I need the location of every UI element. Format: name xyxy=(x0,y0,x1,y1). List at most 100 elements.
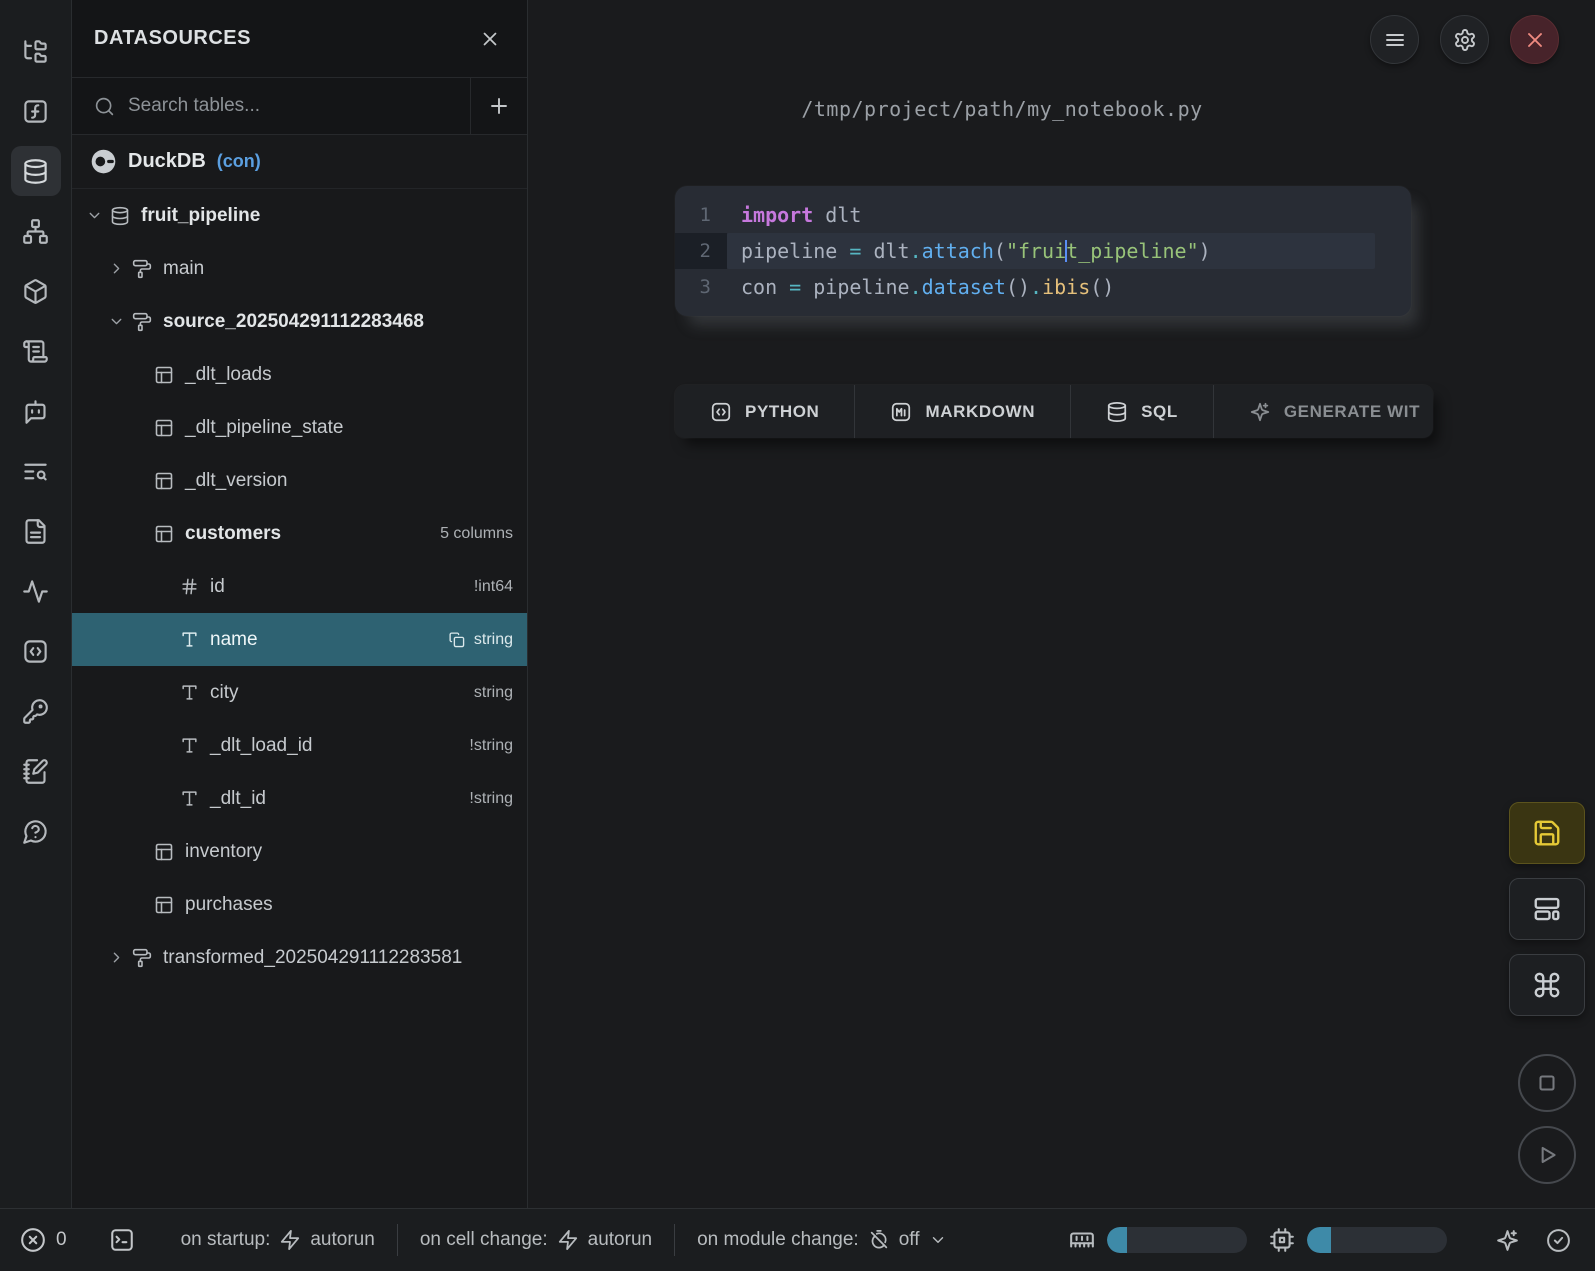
tree-row-inventory[interactable]: inventory xyxy=(72,825,527,878)
datasource-tree: fruit_pipelinemainsource_202504291112283… xyxy=(72,189,527,1208)
column-type: 5 columns xyxy=(440,525,513,543)
add-sql-button[interactable]: SQL xyxy=(1071,385,1214,438)
statusbar-on-startup[interactable]: on startup:autorun xyxy=(181,1229,375,1251)
panel-header: DATASOURCES xyxy=(72,0,527,78)
code-line-1[interactable]: 1import dlt xyxy=(675,197,1411,233)
add-python-button[interactable]: PYTHON xyxy=(675,385,855,438)
search-icon xyxy=(94,96,115,117)
type-icon xyxy=(180,683,199,702)
square-icon xyxy=(1534,1070,1560,1096)
folder-tree-icon xyxy=(22,38,49,65)
tree-item-label: _dlt_version xyxy=(185,470,287,492)
column-type: string xyxy=(474,631,513,649)
statusbar-on-cell-change[interactable]: on cell change:autorun xyxy=(420,1229,652,1251)
rail-item-variables[interactable] xyxy=(11,86,61,136)
tree-row-_dlt_load_id[interactable]: _dlt_load_id!string xyxy=(72,719,527,772)
tree-item-meta: !string xyxy=(459,737,513,755)
gear-icon xyxy=(1453,28,1477,52)
type-icon xyxy=(180,736,199,755)
table-icon xyxy=(154,895,174,915)
notebook-area: /tmp/project/path/my_notebook.py 1import… xyxy=(529,0,1595,1208)
chevron-right-icon[interactable] xyxy=(108,260,132,277)
tree-row-fruit_pipeline[interactable]: fruit_pipeline xyxy=(72,189,527,242)
connection-row[interactable]: DuckDB (con) xyxy=(72,135,527,189)
terminal-button[interactable] xyxy=(109,1227,135,1253)
tree-row-transformed_202504291112283581[interactable]: transformed_202504291112283581 xyxy=(72,931,527,984)
code-line-3[interactable]: 3con = pipeline.dataset().ibis() xyxy=(675,269,1411,305)
status-bar: 0 on startup:autorun on cell change:autoru… xyxy=(0,1208,1595,1271)
column-type: !string xyxy=(469,790,513,808)
rail-item-secrets[interactable] xyxy=(11,686,61,736)
token-plain: ( xyxy=(994,239,1006,263)
tree-item-meta: string xyxy=(464,684,513,702)
rail-item-logs[interactable] xyxy=(11,446,61,496)
bot-chat-icon xyxy=(22,398,49,425)
memory-usage-bar[interactable] xyxy=(1107,1227,1247,1253)
token-plain: ) xyxy=(1199,239,1211,263)
ai-assist-button[interactable] xyxy=(1495,1228,1520,1253)
save-button[interactable] xyxy=(1509,802,1585,864)
panel-close-button[interactable] xyxy=(479,28,501,50)
cpu-usage-bar[interactable] xyxy=(1307,1227,1447,1253)
database-icon xyxy=(110,206,130,226)
chevron-down-icon xyxy=(929,1231,947,1249)
tree-row-_dlt_id[interactable]: _dlt_id!string xyxy=(72,772,527,825)
token-string: t_pipeline" xyxy=(1066,239,1198,263)
zap-icon xyxy=(279,1229,301,1251)
table-icon xyxy=(154,471,174,491)
error-indicator[interactable]: 0 xyxy=(20,1227,67,1253)
keyboard-shortcuts-button[interactable] xyxy=(1509,954,1585,1016)
rail-item-scratchpad-scroll[interactable] xyxy=(11,326,61,376)
notebook-file-path: /tmp/project/path/my_notebook.py xyxy=(529,97,1475,121)
chevron-down-icon[interactable] xyxy=(108,313,132,330)
chevron-right-icon[interactable] xyxy=(108,949,132,966)
rail-item-tracing[interactable] xyxy=(11,566,61,616)
rail-item-help[interactable] xyxy=(11,806,61,856)
settings-button[interactable] xyxy=(1440,15,1489,64)
search-input[interactable] xyxy=(128,95,470,117)
token-plain: con xyxy=(741,275,789,299)
rail-item-ai-chat[interactable] xyxy=(11,386,61,436)
add-markdown-button[interactable]: MARKDOWN xyxy=(855,385,1071,438)
rail-item-datasources[interactable] xyxy=(11,146,61,196)
tree-row-_dlt_loads[interactable]: _dlt_loads xyxy=(72,348,527,401)
code-line-2[interactable]: 2pipeline = dlt.attach("fruit_pipeline") xyxy=(675,233,1411,269)
tree-row-id[interactable]: id!int64 xyxy=(72,560,527,613)
generate-with-ai-button[interactable]: GENERATE WIT xyxy=(1214,385,1433,438)
token-constant: ibis xyxy=(1042,275,1090,299)
sparkles-icon xyxy=(1495,1228,1520,1253)
close-icon xyxy=(1523,28,1547,52)
chevron-down-icon[interactable] xyxy=(86,207,110,224)
rail-item-documentation[interactable] xyxy=(11,506,61,556)
rail-item-dependencies[interactable] xyxy=(11,206,61,256)
connection-ok-button[interactable] xyxy=(1546,1228,1571,1253)
tree-row-_dlt_pipeline_state[interactable]: _dlt_pipeline_state xyxy=(72,401,527,454)
tree-row-city[interactable]: citystring xyxy=(72,666,527,719)
tree-row-main[interactable]: main xyxy=(72,242,527,295)
rail-item-snippets[interactable] xyxy=(11,626,61,676)
tree-row-purchases[interactable]: purchases xyxy=(72,878,527,931)
line-number: 2 xyxy=(675,233,727,269)
rail-item-file-explorer[interactable] xyxy=(11,26,61,76)
menu-button[interactable] xyxy=(1370,15,1419,64)
shutdown-button[interactable] xyxy=(1510,15,1559,64)
run-button[interactable] xyxy=(1518,1126,1576,1184)
code-cell[interactable]: 1import dlt2pipeline = dlt.attach("fruit… xyxy=(675,186,1411,316)
text-search-icon xyxy=(22,458,49,485)
token-operator: = xyxy=(849,239,861,263)
tree-row-name[interactable]: namestring xyxy=(72,613,527,666)
rail-item-packages[interactable] xyxy=(11,266,61,316)
rail-item-scratchpad[interactable] xyxy=(11,746,61,796)
stop-button[interactable] xyxy=(1518,1054,1576,1112)
tree-row-source_202504291112283468[interactable]: source_202504291112283468 xyxy=(72,295,527,348)
add-cell-button-label: PYTHON xyxy=(745,402,819,422)
token-plain: dlt xyxy=(861,239,909,263)
copy-icon[interactable] xyxy=(448,631,465,648)
layout-button[interactable] xyxy=(1509,878,1585,940)
tree-row-customers[interactable]: customers5 columns xyxy=(72,507,527,560)
hash-icon xyxy=(180,577,199,596)
add-datasource-button[interactable] xyxy=(470,78,527,134)
token-operator: . xyxy=(910,239,922,263)
tree-row-_dlt_version[interactable]: _dlt_version xyxy=(72,454,527,507)
statusbar-on-module-change[interactable]: on module change:off xyxy=(697,1229,946,1251)
